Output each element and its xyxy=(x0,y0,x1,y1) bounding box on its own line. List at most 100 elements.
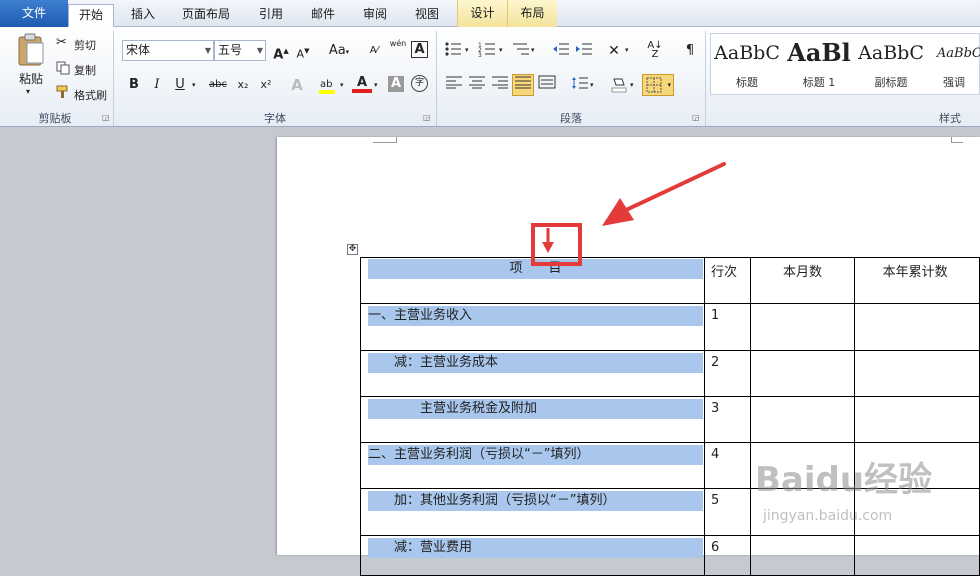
line-spacing-button[interactable] xyxy=(570,75,590,95)
tab-mailings[interactable]: 邮件 xyxy=(300,4,346,27)
font-color-dropdown-arrow[interactable]: ▾ xyxy=(374,81,378,89)
font-launcher-icon[interactable]: ◲ xyxy=(423,113,431,122)
increase-indent-button[interactable] xyxy=(574,41,594,61)
table-cell-line[interactable]: 6 xyxy=(703,535,752,576)
justify-button[interactable] xyxy=(512,74,534,96)
copy-button[interactable]: 复制 xyxy=(74,62,96,78)
align-right-button[interactable] xyxy=(490,75,510,95)
style-heading-1[interactable]: AaBl 标题 1 xyxy=(783,34,855,94)
superscript-button[interactable]: x² xyxy=(256,75,276,95)
character-border-button[interactable]: A xyxy=(411,41,428,58)
style-sample: AaBbC xyxy=(858,42,924,64)
tab-table-layout[interactable]: 布局 xyxy=(507,0,557,27)
strikethrough-button[interactable]: abc xyxy=(205,75,231,95)
sort-button[interactable]: A↓ Z xyxy=(645,41,665,61)
header-month-text: 本月数 xyxy=(783,265,823,280)
underline-dropdown-arrow[interactable]: ▾ xyxy=(192,81,196,89)
numbering-dropdown-arrow[interactable]: ▾ xyxy=(499,46,503,54)
align-center-button[interactable] xyxy=(467,75,487,95)
tab-home[interactable]: 开始 xyxy=(68,4,114,28)
tab-file[interactable]: 文件 xyxy=(0,0,68,27)
table-cell-line[interactable]: 1 xyxy=(703,303,752,351)
paragraph-launcher-icon[interactable]: ◲ xyxy=(692,113,700,122)
row-line-text: 4 xyxy=(710,447,720,462)
paste-icon[interactable] xyxy=(16,33,46,67)
borders-button[interactable]: ▾ xyxy=(642,74,674,96)
tab-table-design[interactable]: 设计 xyxy=(457,0,507,27)
format-painter-button[interactable]: 格式刷 xyxy=(74,87,107,103)
multilevel-dropdown-arrow[interactable]: ▾ xyxy=(531,46,535,54)
table-cell-month[interactable] xyxy=(750,350,855,397)
table-move-handle-icon[interactable]: ✥ xyxy=(347,244,358,255)
chinese-layout-dropdown-arrow[interactable]: ▾ xyxy=(625,46,629,54)
table-cell-item[interactable]: 一、主营业务收入 xyxy=(360,303,705,351)
table-cell-item[interactable]: 二、主营业务利润（亏损以“－”填列） xyxy=(360,442,705,489)
numbering-button[interactable]: 123 xyxy=(478,41,498,61)
header-cell-line[interactable]: 行次 xyxy=(703,257,752,304)
change-case-button[interactable]: Aa▾ xyxy=(325,41,353,61)
tab-review[interactable]: 审阅 xyxy=(352,4,398,27)
distributed-button[interactable] xyxy=(537,75,557,95)
font-name-combo[interactable]: 宋体 ▼ xyxy=(122,40,214,61)
show-marks-button[interactable]: ¶ xyxy=(680,41,700,61)
style-name: 标题 xyxy=(736,76,758,89)
style-sample: AaBbC xyxy=(714,42,780,64)
highlight-button[interactable]: ab xyxy=(316,75,338,95)
line-spacing-dropdown-arrow[interactable]: ▾ xyxy=(590,81,594,89)
shading-button[interactable] xyxy=(609,75,629,95)
table-cell-item[interactable]: 主营业务税金及附加 xyxy=(360,396,705,443)
clipboard-launcher-icon[interactable]: ◲ xyxy=(102,113,110,122)
paste-button[interactable]: 粘贴 xyxy=(16,70,46,87)
bullets-dropdown-arrow[interactable]: ▾ xyxy=(465,46,469,54)
table-cell-month[interactable] xyxy=(750,396,855,443)
chinese-layout-button[interactable]: ✕ xyxy=(604,41,624,61)
style-emphasis[interactable]: AaBbCc 强调 xyxy=(927,34,980,94)
annotation-arrow-icon xyxy=(602,162,726,226)
text-effects-button[interactable]: A xyxy=(287,75,307,95)
table-cell-line[interactable]: 3 xyxy=(703,396,752,443)
shading-dropdown-arrow[interactable]: ▾ xyxy=(630,81,634,89)
annotation-highlight-box xyxy=(531,223,582,266)
subscript-button[interactable]: x₂ xyxy=(233,75,253,95)
style-sample: AaBbCc xyxy=(936,46,980,61)
table-cell-line[interactable]: 4 xyxy=(703,442,752,489)
table-cell-item[interactable]: 减：主营业务成本 xyxy=(360,350,705,397)
font-size-combo[interactable]: 五号 ▼ xyxy=(214,40,266,61)
header-cell-year[interactable]: 本年累计数 xyxy=(853,257,980,304)
decrease-indent-button[interactable] xyxy=(551,41,571,61)
watermark-url: jingyan.baidu.com xyxy=(763,508,893,524)
table-cell-item[interactable]: 减：营业费用 xyxy=(360,535,705,576)
style-subtitle[interactable]: AaBbC 副标题 xyxy=(855,34,927,94)
table-cell-year[interactable] xyxy=(853,396,980,443)
phonetic-guide-button[interactable]: wén xyxy=(388,39,408,59)
multilevel-list-button[interactable] xyxy=(511,41,531,61)
character-shading-button[interactable]: A xyxy=(388,76,404,92)
tab-page-layout[interactable]: 页面布局 xyxy=(172,4,240,27)
font-color-button[interactable]: A xyxy=(352,75,372,93)
paste-dropdown-arrow[interactable]: ▾ xyxy=(26,87,30,96)
underline-button[interactable]: U xyxy=(170,75,190,95)
table-cell-year[interactable] xyxy=(853,303,980,351)
table-header-row: 项 目 行次 本月数 本年累计数 xyxy=(360,257,980,304)
header-cell-month[interactable]: 本月数 xyxy=(750,257,855,304)
style-title[interactable]: AaBbC 标题 xyxy=(711,34,783,94)
table-cell-month[interactable] xyxy=(750,303,855,351)
grow-font-button[interactable]: A▲ xyxy=(271,41,291,62)
bullets-button[interactable] xyxy=(444,41,464,61)
table-cell-year[interactable] xyxy=(853,350,980,397)
bold-button[interactable]: B xyxy=(124,75,144,95)
align-left-button[interactable] xyxy=(444,75,464,95)
tab-insert[interactable]: 插入 xyxy=(120,4,166,27)
highlight-dropdown-arrow[interactable]: ▾ xyxy=(340,81,344,89)
tab-view[interactable]: 视图 xyxy=(404,4,450,27)
shrink-font-button[interactable]: A▼ xyxy=(293,41,313,61)
italic-button[interactable]: I xyxy=(147,75,167,95)
tab-references[interactable]: 引用 xyxy=(248,4,294,27)
table-cell-line[interactable]: 2 xyxy=(703,350,752,397)
table-cell-line[interactable]: 5 xyxy=(703,488,752,536)
table-cell-item[interactable]: 加：其他业务利润（亏损以“－”填列） xyxy=(360,488,705,536)
margin-corner-mark xyxy=(951,137,963,143)
clear-format-button[interactable]: A⁄ xyxy=(364,41,384,61)
cut-button[interactable]: 剪切 xyxy=(74,37,96,53)
enclose-characters-button[interactable]: 字 xyxy=(411,75,428,92)
